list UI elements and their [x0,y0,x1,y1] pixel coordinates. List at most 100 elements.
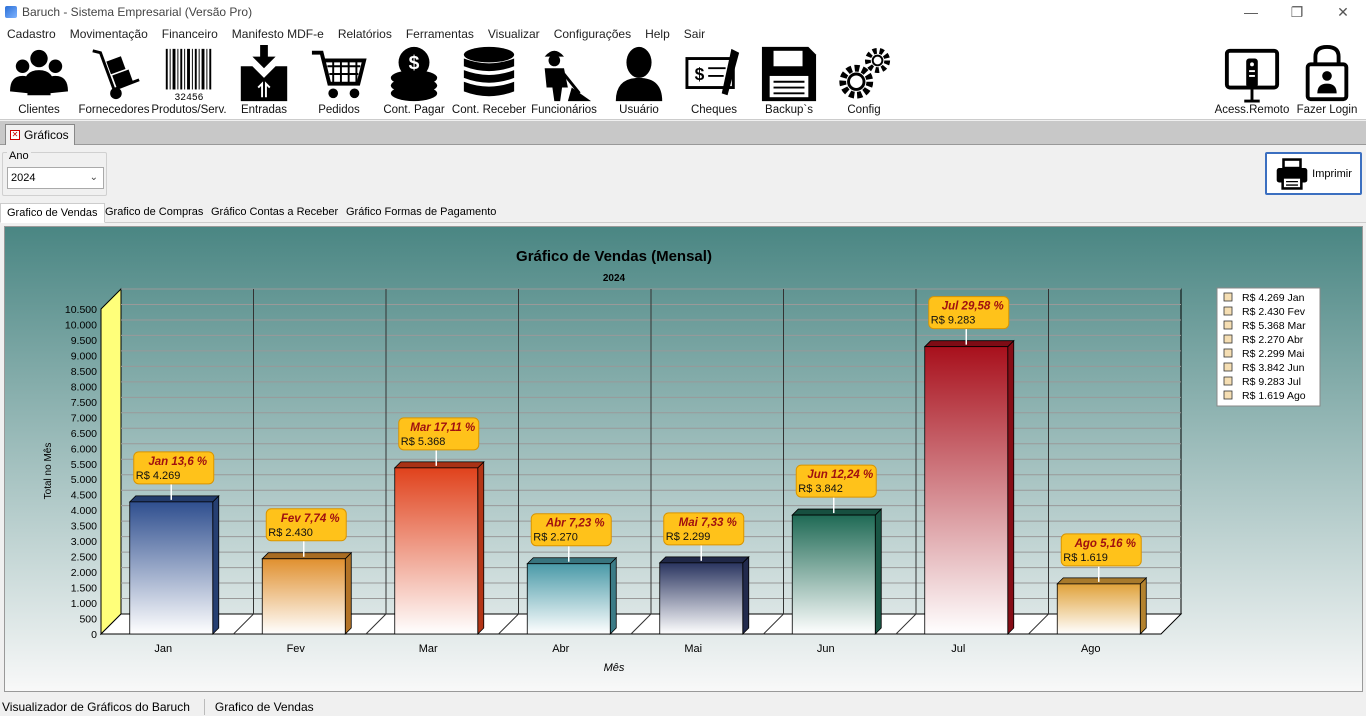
pedidos-label: Pedidos [318,104,360,116]
bar-mai: Mai 7,33 % R$ 2.299 [658,512,750,635]
value-label: R$ 4.269 [136,470,181,482]
window-controls: — ❐ ✕ [1228,0,1366,24]
svg-text:$: $ [409,53,420,74]
close-tab-icon[interactable]: ✕ [10,130,20,140]
y-tick-label: 10.500 [65,304,97,316]
legend-swatch [1223,306,1233,316]
legend-swatch [1223,362,1233,372]
menu-ferramentas[interactable]: Ferramentas [399,27,481,41]
barcode-icon: 32456 [165,48,212,103]
tab-grafico-formas-pagamento[interactable]: Gráfico Formas de Pagamento [340,203,502,223]
worker-icon [544,50,592,102]
menu-manifesto[interactable]: Manifesto MDF-e [225,27,331,41]
value-label: R$ 2.299 [666,531,711,543]
bar-top [658,556,750,564]
entradas-button[interactable]: Entradas [226,45,302,119]
y-axis-label: Total no Mês [43,443,54,500]
bar-front [129,501,214,635]
year-group: Ano 2024 ⌄ [2,150,107,196]
y-tick-label: 5.500 [71,459,97,471]
bar-side [477,460,485,635]
tab-grafico-vendas[interactable]: Grafico de Vendas [0,203,105,223]
funcionarios-button[interactable]: Funcionários [526,45,602,119]
produtos-label: Produtos/Serv. [151,104,227,116]
y-tick-label: 10.000 [65,319,97,331]
fazer-login-button[interactable]: Fazer Login [1289,45,1365,119]
clientes-button[interactable]: Clientes [1,45,77,119]
percent-label: Jan 13,6 % [148,456,207,468]
printer-icon [1276,157,1308,190]
y-tick-label: 2.500 [71,552,97,564]
legend-swatch [1223,292,1233,302]
acesso-remoto-label: Acess.Remoto [1214,104,1290,116]
value-label: R$ 9.283 [931,315,976,327]
cont-receber-button[interactable]: Cont. Receber [451,45,527,119]
bar-top [923,340,1015,348]
bar-side [1007,339,1015,635]
value-label: R$ 5.368 [401,436,446,448]
bar-fev: Fev 7,74 % R$ 2.430 [261,508,353,635]
bar-jul: Jul 29,58 % R$ 9.283 [923,296,1015,635]
svg-text:$: $ [695,64,705,84]
menu-help[interactable]: Help [638,27,677,41]
fornecedores-button[interactable]: Fornecedores [76,45,152,119]
x-tick-label: Jan [154,643,172,655]
chart-panel: Gráfico de Vendas (Mensal) 2024 Total no… [4,226,1363,692]
menu-sair[interactable]: Sair [677,27,712,41]
backup-button[interactable]: Backup`s [751,45,827,119]
x-tick-label: Jun [817,643,835,655]
usuario-button[interactable]: Usuário [601,45,677,119]
y-tick-label: 8.500 [71,366,97,378]
bar-side [212,494,220,635]
menu-configuracoes[interactable]: Configurações [547,27,638,41]
legend-entry: R$ 4.269 Jan [1242,292,1305,304]
y-tick-label: 6.000 [71,443,97,455]
bar-front [924,346,1009,635]
y-tick-label: 8.000 [71,381,97,393]
value-label: R$ 2.430 [268,527,313,539]
restore-icon[interactable]: ❐ [1274,0,1320,24]
print-button[interactable]: Imprimir [1265,152,1362,195]
y-tick-label: 3.500 [71,521,97,533]
x-tick-label: Fev [287,643,306,655]
tab-graficos[interactable]: ✕ Gráficos [5,124,75,145]
y-tick-label: 1.000 [71,598,97,610]
percent-label: Jun 12,24 % [807,469,873,481]
main-toolbar: Clientes Fornecedores 32456 Produtos/Ser… [0,43,1366,120]
bar-side [1139,576,1147,635]
x-tick-label: Jul [951,643,965,655]
bar-front [526,563,611,635]
fazer-login-label: Fazer Login [1296,104,1358,116]
tab-grafico-compras[interactable]: Grafico de Compras [99,203,209,223]
bar-front [394,467,479,635]
config-button[interactable]: Config [826,45,902,119]
close-icon[interactable]: ✕ [1320,0,1366,24]
bar-top [1056,577,1148,585]
produtos-button[interactable]: 32456 Produtos/Serv. [151,45,227,119]
menu-cadastro[interactable]: Cadastro [0,27,63,41]
tab-grafico-contas-receber[interactable]: Gráfico Contas a Receber [205,203,344,223]
y-tick-label: 1.500 [71,583,97,595]
y-tick-label: 3.000 [71,536,97,548]
pedidos-button[interactable]: Pedidos [301,45,377,119]
menu-financeiro[interactable]: Financeiro [155,27,225,41]
minimize-icon[interactable]: — [1228,0,1274,24]
legend-entry: R$ 1.619 Ago [1242,390,1306,402]
funcionarios-label: Funcionários [531,104,597,116]
menu-movimentacao[interactable]: Movimentação [63,27,155,41]
clientes-label: Clientes [18,104,60,116]
year-select[interactable]: 2024 ⌄ [7,167,104,189]
acesso-remoto-button[interactable]: Acess.Remoto [1214,45,1290,119]
menu-visualizar[interactable]: Visualizar [481,27,547,41]
status-right: Grafico de Vendas [214,700,314,714]
cont-pagar-button[interactable]: $ Cont. Pagar [376,45,452,119]
bar-top [393,461,485,469]
cheques-button[interactable]: $ Cheques [676,45,752,119]
menu-relatorios[interactable]: Relatórios [331,27,399,41]
legend-swatch [1223,390,1233,400]
bar-top [128,495,220,503]
bar-side [609,556,617,635]
document-tab-bar: ✕ Gráficos [0,121,1366,145]
legend-swatch [1223,320,1233,330]
cheque-icon: $ [685,48,740,96]
